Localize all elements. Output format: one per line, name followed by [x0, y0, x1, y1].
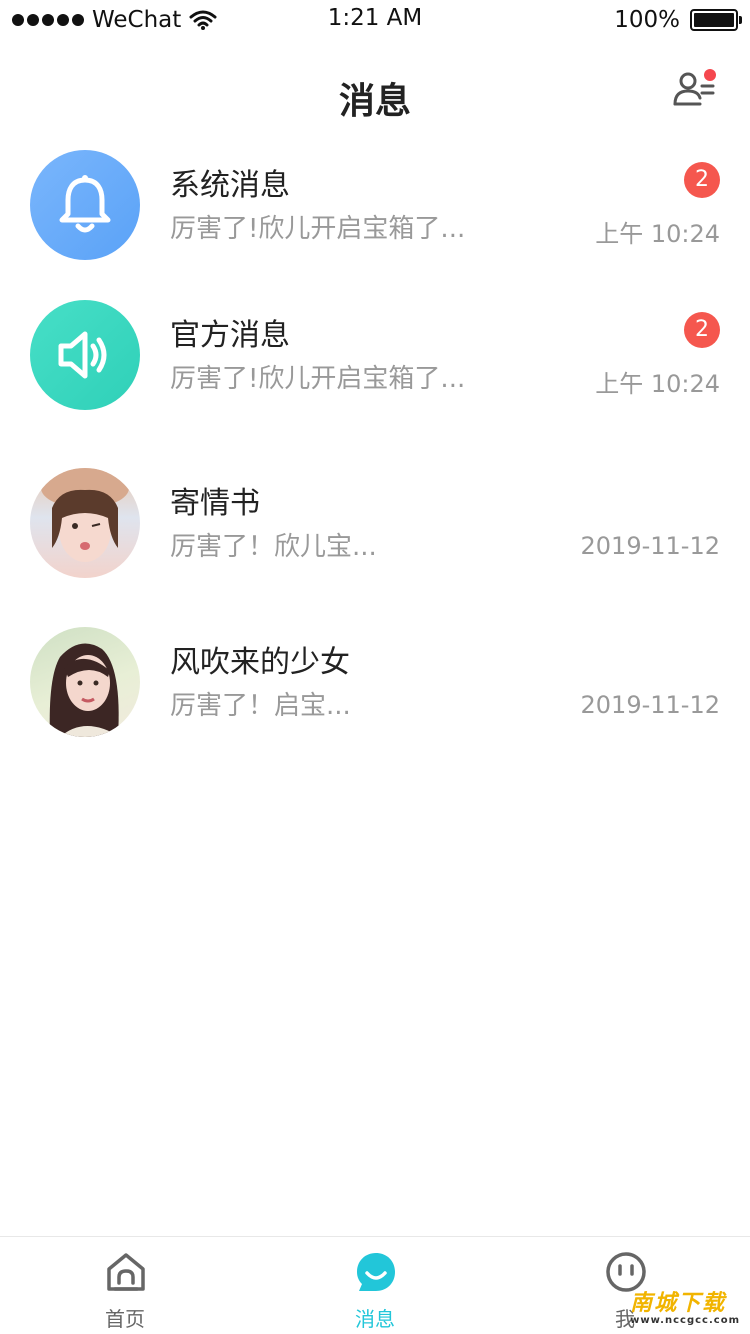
message-item-official[interactable]: 官方消息 厉害了!欣儿开启宝箱了... 2 上午 10:24 [0, 290, 750, 420]
tab-label: 首页 [105, 1307, 145, 1331]
message-item-system[interactable]: 系统消息 厉害了!欣儿开启宝箱了... 2 上午 10:24 [0, 140, 750, 270]
battery-icon [690, 9, 742, 31]
watermark-url: www.nccgcc.com [630, 1315, 740, 1326]
message-icon [357, 1253, 395, 1291]
tab-messages[interactable]: 消息 [250, 1237, 500, 1334]
avatar [30, 300, 140, 410]
message-preview: 厉害了!欣儿开启宝箱了... [170, 214, 466, 244]
notification-dot [704, 69, 716, 81]
speaker-icon [58, 331, 107, 379]
avatar [30, 150, 140, 260]
tab-home[interactable]: 首页 [0, 1237, 250, 1334]
message-item-user[interactable]: 寄情书 厉害了！欣儿宝... 2019-11-12 [0, 458, 750, 588]
contacts-button[interactable] [672, 66, 716, 110]
message-title: 风吹来的少女 [170, 645, 350, 680]
message-preview: 厉害了！欣儿宝... [170, 532, 377, 562]
tab-label: 消息 [355, 1307, 395, 1331]
watermark-text: 南城下载 [630, 1291, 727, 1316]
message-time: 上午 10:24 [595, 220, 720, 248]
watermark-logo: 南城下载 www.nccgcc.com [630, 1285, 740, 1326]
message-time: 2019-11-12 [580, 532, 720, 560]
message-title: 寄情书 [170, 486, 260, 521]
battery-level [694, 13, 734, 27]
message-time: 2019-11-12 [580, 691, 720, 719]
message-time: 上午 10:24 [595, 370, 720, 398]
user-avatar [30, 468, 140, 578]
user-avatar [30, 627, 140, 737]
bell-icon [59, 175, 111, 233]
unread-badge: 2 [684, 312, 720, 348]
message-preview: 厉害了!欣儿开启宝箱了... [170, 364, 466, 394]
battery-percent: 100% [614, 7, 680, 33]
message-preview: 厉害了！启宝... [170, 691, 351, 721]
message-item-user[interactable]: 风吹来的少女 厉害了！启宝... 2019-11-12 [0, 617, 750, 747]
page-title: 消息 [338, 81, 411, 122]
nav-header: 消息 [0, 58, 750, 134]
user-photo-placeholder [41, 468, 129, 562]
status-right: 100% [614, 6, 742, 34]
status-bar: WeChat 1:21 AM 100% [0, 0, 750, 40]
home-icon [107, 1253, 145, 1291]
unread-badge: 2 [684, 162, 720, 198]
message-title: 官方消息 [170, 318, 290, 353]
user-photo-placeholder [49, 643, 120, 737]
message-title: 系统消息 [170, 168, 290, 203]
